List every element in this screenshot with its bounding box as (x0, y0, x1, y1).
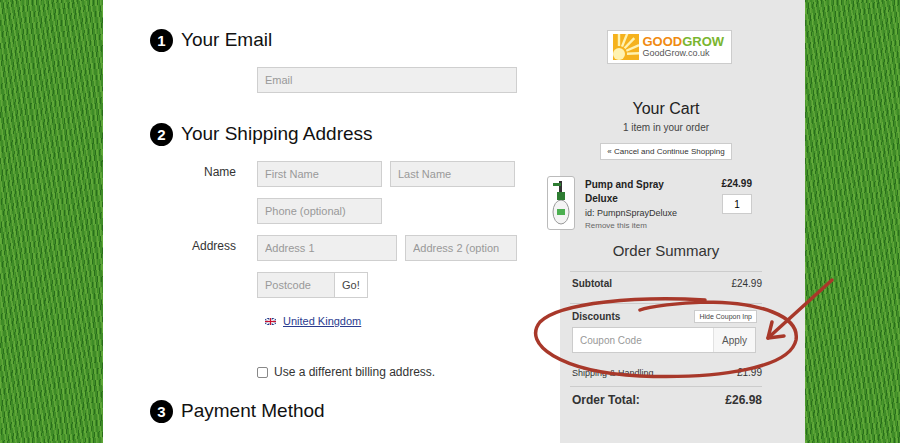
discounts-row: Discounts Hide Coupon Inp (570, 303, 762, 323)
subtotal-value: £24.99 (731, 278, 762, 289)
coupon-input[interactable] (573, 331, 713, 350)
checkout-page: 1 Your Email 2 Your Shipping Address Name Add… (0, 0, 900, 443)
shipping-heading: 2 Your Shipping Address (150, 121, 560, 147)
item-image (547, 176, 575, 230)
heading-text: Your Email (181, 29, 272, 51)
sun-logo-icon (613, 34, 639, 60)
hide-coupon-button[interactable]: Hide Coupon Inp (694, 310, 757, 323)
postcode-input[interactable] (257, 272, 335, 298)
grass-background (805, 0, 900, 443)
item-info: Pump and Spray Deluxe id: PumpnSprayDelux… (585, 176, 711, 230)
brand-good: GOOD (643, 34, 683, 49)
red-circle-annotation-icon (0, 0, 900, 443)
logo-text: GOODGROWGoodGrow.co.uk (643, 35, 725, 58)
country-selector: United Kingdom (257, 315, 517, 327)
first-name-input[interactable] (257, 161, 382, 187)
cart-count: 1 item in your order (623, 122, 709, 133)
go-button[interactable]: Go! (335, 272, 368, 298)
postcode-group: Go! (257, 272, 517, 298)
heading-text: Your Shipping Address (181, 123, 373, 145)
step-number: 2 (150, 123, 173, 146)
sprayer-product-icon (550, 179, 572, 227)
subtotal-row: Subtotal £24.99 (570, 271, 762, 289)
name-fields (257, 161, 517, 187)
name-label: Name (150, 161, 257, 187)
shipping-label: Shipping & Handling (572, 368, 654, 378)
item-price-col: £24.99 (721, 176, 752, 214)
shipping-form: Name Address Go! (150, 161, 560, 298)
billing-row: Use a different billing address. (150, 327, 560, 379)
address-fields (257, 235, 517, 261)
total-label: Order Total: (572, 393, 640, 407)
goodgrow-logo[interactable]: GOODGROWGoodGrow.co.uk (607, 30, 732, 64)
total-value: £26.98 (725, 393, 762, 407)
subtotal-label: Subtotal (572, 278, 612, 289)
email-heading: 1 Your Email (150, 27, 560, 53)
cancel-button[interactable]: « Cancel and Continue Shopping (600, 143, 731, 160)
step-number: 3 (150, 400, 173, 423)
apply-button[interactable]: Apply (713, 328, 755, 352)
quantity-input[interactable] (722, 194, 752, 214)
checkbox-box[interactable] (257, 367, 268, 378)
brand-grow: GROW (682, 34, 724, 49)
last-name-input[interactable] (390, 161, 515, 187)
item-price: £24.99 (721, 178, 752, 189)
country-link[interactable]: United Kingdom (283, 315, 361, 327)
address2-input[interactable] (405, 235, 517, 261)
discounts-label: Discounts (572, 311, 620, 322)
item-id: id: PumpnSprayDeluxe (585, 208, 711, 218)
coupon-field: Apply (572, 327, 756, 353)
shipping-value: £1.99 (737, 367, 762, 378)
address-label: Address (150, 235, 257, 261)
item-name: Pump and Spray Deluxe (585, 178, 675, 206)
total-row: Order Total: £26.98 (570, 386, 762, 407)
shipping-row: Shipping & Handling £1.99 (570, 367, 762, 378)
phone-fields (257, 198, 517, 224)
cart-item: Pump and Spray Deluxe id: PumpnSprayDelux… (570, 176, 762, 230)
step-number: 1 (150, 29, 173, 52)
grass-background (0, 0, 103, 443)
checkout-form: 1 Your Email 2 Your Shipping Address Name Add… (103, 0, 560, 443)
remove-link[interactable]: Remove this item (585, 221, 711, 230)
phone-input[interactable] (257, 198, 382, 224)
heading-text: Payment Method (181, 400, 325, 422)
billing-label: Use a different billing address. (274, 365, 435, 379)
logo-url: GoodGrow.co.uk (643, 49, 725, 58)
country-row: United Kingdom (150, 298, 560, 327)
address1-input[interactable] (257, 235, 397, 261)
logo-brand: GOODGROW (643, 35, 725, 49)
email-input[interactable] (257, 67, 517, 93)
summary-title: Order Summary (613, 242, 720, 259)
cart-title: Your Cart (633, 100, 700, 118)
payment-heading: 3 Payment Method (150, 398, 560, 424)
billing-checkbox[interactable]: Use a different billing address. (257, 365, 517, 379)
cart-sidebar: GOODGROWGoodGrow.co.uk Your Cart 1 item in… (560, 0, 805, 443)
uk-flag-icon (265, 318, 276, 325)
email-row (150, 67, 560, 93)
